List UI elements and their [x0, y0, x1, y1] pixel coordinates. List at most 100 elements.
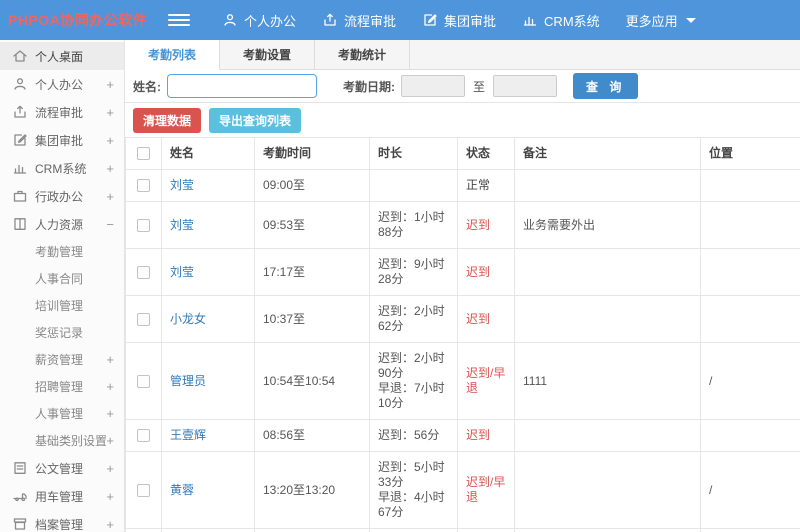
topnav-item-label: 更多应用 — [625, 13, 678, 29]
sidebar-item-档案管理[interactable]: 档案管理 + — [0, 510, 124, 532]
time-cell: 08:56至 — [254, 419, 370, 452]
status-cell: 迟到/早退 — [457, 451, 515, 529]
expand-plus-icon[interactable]: + — [106, 161, 114, 176]
sidebar-item-公文管理[interactable]: 公文管理 + — [0, 454, 124, 482]
row-checkbox[interactable] — [137, 483, 150, 497]
note-cell — [514, 248, 701, 296]
status-badge: 迟到 — [466, 311, 491, 326]
employee-name-link[interactable]: 刘莹 — [170, 218, 194, 232]
sidebar-item-label: 薪资管理 — [35, 353, 84, 367]
status-badge: 迟到 — [466, 428, 491, 442]
tab-考勤设置[interactable]: 考勤设置 — [220, 40, 315, 69]
employee-name-link[interactable]: 王壹辉 — [170, 428, 206, 442]
sidebar-item-label: 人事合同 — [35, 272, 84, 286]
expand-plus-icon[interactable]: + — [106, 489, 114, 504]
topnav-item-1[interactable]: 个人办公 — [222, 11, 296, 30]
sidebar-item-集团审批[interactable]: 集团审批 + — [0, 126, 124, 154]
sidebar-item-培训管理[interactable]: 培训管理 — [0, 292, 124, 319]
tab-bar: 考勤列表 考勤设置 考勤统计 — [125, 40, 800, 70]
expand-plus-icon[interactable]: + — [106, 105, 114, 120]
topnav-item-5[interactable]: 更多应用 — [626, 11, 696, 30]
expand-plus-icon[interactable]: + — [106, 406, 114, 421]
sidebar-item-基础类别设置[interactable]: 基础类别设置 + — [0, 427, 124, 454]
row-checkbox[interactable] — [137, 265, 150, 279]
expand-plus-icon[interactable]: + — [106, 517, 114, 532]
sidebar-item-用车管理[interactable]: 用车管理 + — [0, 482, 124, 510]
status-badge: 正常 — [466, 178, 491, 192]
search-button[interactable]: 查 询 — [573, 73, 639, 99]
sidebar-item-label: 个人桌面 — [35, 49, 84, 64]
status-cell: 迟到/早退 — [457, 342, 515, 420]
export-list-button[interactable]: 导出查询列表 — [209, 107, 302, 133]
note-cell: 1111 — [514, 342, 701, 420]
date-from-input[interactable] — [401, 75, 465, 97]
archive-icon — [13, 518, 27, 530]
checkbox-cell — [125, 248, 162, 296]
sidebar-item-个人桌面[interactable]: 个人桌面 — [0, 42, 124, 70]
collapse-minus-icon[interactable]: − — [106, 217, 114, 232]
topnav-item-3[interactable]: 集团审批 — [422, 11, 496, 30]
row-checkbox[interactable] — [137, 179, 150, 193]
tab-考勤列表[interactable]: 考勤列表 — [125, 40, 220, 70]
expand-plus-icon[interactable]: + — [106, 133, 114, 148]
sidebar-item-人力资源[interactable]: 人力资源 − — [0, 210, 124, 238]
row-checkbox[interactable] — [137, 312, 150, 326]
employee-name-link[interactable]: 刘莹 — [170, 178, 194, 192]
caret-down-icon — [685, 17, 696, 23]
expand-plus-icon[interactable]: + — [106, 461, 114, 476]
sidebar-item-人事合同[interactable]: 人事合同 — [0, 265, 124, 292]
location-cell — [700, 201, 800, 249]
row-checkbox[interactable] — [137, 429, 150, 443]
checkbox-cell — [125, 451, 162, 529]
sidebar-item-流程审批[interactable]: 流程审批 + — [0, 98, 124, 126]
expand-plus-icon[interactable]: + — [106, 77, 114, 92]
sidebar-item-label: CRM系统 — [35, 161, 87, 176]
row-checkbox[interactable] — [137, 218, 150, 232]
table-row: 刘莹 09:00至 正常 — [125, 169, 800, 202]
note-cell — [514, 295, 701, 343]
sidebar-item-人事管理[interactable]: 人事管理 + — [0, 400, 124, 427]
note-cell — [514, 419, 701, 452]
expand-plus-icon[interactable]: + — [106, 433, 114, 448]
sidebar-item-个人办公[interactable]: 个人办公 + — [0, 70, 124, 98]
status-cell: 迟到 — [457, 419, 515, 452]
topnav-item-2[interactable]: 流程审批 — [322, 11, 396, 30]
table-row: 黄蓉 13:20至13:20 迟到：5小时33分 早退：4小时67分 迟到/早退 / — [125, 451, 800, 529]
clear-data-button[interactable]: 清理数据 — [133, 107, 202, 133]
sidebar-item-label: 个人办公 — [35, 77, 84, 92]
expand-plus-icon[interactable]: + — [106, 352, 114, 367]
select-all-checkbox[interactable] — [137, 147, 150, 161]
home-icon — [13, 50, 27, 62]
date-to-input[interactable] — [493, 75, 558, 97]
hamburger-menu-icon[interactable] — [168, 11, 190, 29]
row-checkbox[interactable] — [137, 374, 150, 388]
duration-line: 早退：4小时67分 — [378, 490, 445, 519]
duration-cell: 迟到：2小时90分 早退：7小时10分 — [369, 342, 458, 420]
time-cell: 17:17至 — [254, 248, 370, 296]
topnav-item-label: 个人办公 — [244, 13, 297, 29]
topnav-item-4[interactable]: CRM系统 — [522, 11, 600, 30]
sidebar-item-奖惩记录[interactable]: 奖惩记录 — [0, 319, 124, 346]
checkbox-cell — [125, 419, 162, 452]
employee-name-link[interactable]: 管理员 — [170, 374, 206, 388]
employee-name-link[interactable]: 刘莹 — [170, 265, 194, 279]
name-filter-input[interactable] — [167, 74, 317, 98]
column-header-考勤时间: 考勤时间 — [254, 137, 370, 170]
duration-line: 迟到：5小时33分 — [378, 460, 445, 489]
expand-plus-icon[interactable]: + — [106, 379, 114, 394]
sidebar-item-label: 档案管理 — [35, 517, 84, 532]
sidebar-item-label: 基础类别设置 — [35, 434, 107, 448]
sidebar-item-考勤管理[interactable]: 考勤管理 — [0, 238, 124, 265]
table-row: 管理员 10:54至10:54 迟到：2小时90分 早退：7小时10分 迟到/早退 111… — [125, 342, 800, 420]
employee-name-link[interactable]: 小龙女 — [170, 312, 206, 326]
sidebar-item-薪资管理[interactable]: 薪资管理 + — [0, 346, 124, 373]
sidebar-item-行政办公[interactable]: 行政办公 + — [0, 182, 124, 210]
sidebar-item-招聘管理[interactable]: 招聘管理 + — [0, 373, 124, 400]
employee-name-link[interactable]: 黄蓉 — [170, 483, 194, 497]
duration-cell: 迟到：2小时03分 — [369, 528, 458, 532]
tab-考勤统计[interactable]: 考勤统计 — [315, 40, 410, 69]
expand-plus-icon[interactable]: + — [106, 189, 114, 204]
sidebar-item-CRM系统[interactable]: CRM系统 + — [0, 154, 124, 182]
user-icon — [14, 78, 26, 90]
chart-icon — [523, 16, 537, 26]
